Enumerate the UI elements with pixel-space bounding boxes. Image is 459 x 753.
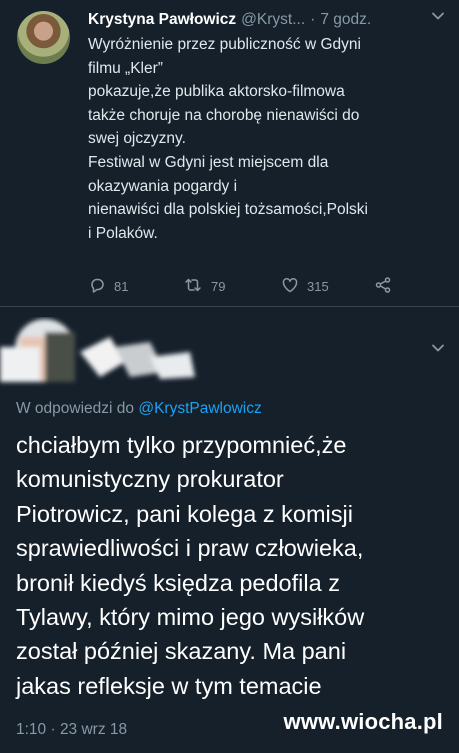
- redacted-author-header: [0, 317, 200, 392]
- tweet-text-line: także choruje na chorobę nienawiści do: [88, 106, 360, 124]
- author-name[interactable]: Krystyna Pawłowicz: [88, 11, 236, 29]
- watermark: www.wiocha.pl: [283, 709, 443, 734]
- reply-icon: [88, 276, 114, 297]
- reply-tweet[interactable]: W odpowiedzi do @KrystPawlowicz chciałby…: [0, 307, 459, 753]
- like-icon: [281, 276, 307, 297]
- reply-context: W odpowiedzi do @KrystPawlowicz: [16, 400, 262, 418]
- retweet-button[interactable]: 79: [183, 276, 225, 297]
- reply-button[interactable]: 81: [88, 276, 128, 297]
- tweet-text-line: nienawiści dla polskiej tożsamości,Polsk…: [88, 201, 368, 219]
- chevron-down-icon[interactable]: [431, 341, 445, 358]
- share-icon: [374, 276, 400, 297]
- like-count: 315: [307, 279, 329, 294]
- reply-text-line: Piotrowicz, pani kolega z komisji: [16, 500, 353, 527]
- reply-text-line: chciałbym tylko przypomnieć,że: [16, 432, 347, 458]
- reply-count: 81: [114, 279, 129, 294]
- tweet-time[interactable]: 7 godz.: [320, 11, 371, 29]
- tweet-header: Krystyna Pawłowicz @Kryst... · 7 godz.: [88, 9, 445, 31]
- retweet-icon: [183, 276, 211, 297]
- avatar[interactable]: [17, 11, 70, 64]
- tweet-text-line: swej ojczyzny.: [88, 130, 186, 148]
- original-tweet[interactable]: Krystyna Pawłowicz @Kryst... · 7 godz. W…: [0, 0, 459, 306]
- reply-mention-link[interactable]: @KrystPawlowicz: [138, 400, 261, 417]
- reply-text-line: komunistyczny prokurator: [16, 466, 284, 493]
- tweet-text-line: filmu „Kler”: [88, 59, 163, 77]
- reply-text: chciałbym tylko przypomnieć,że komunisty…: [16, 428, 446, 703]
- reply-text-line: został później skazany. Ma pani: [16, 638, 347, 665]
- like-button[interactable]: 315: [281, 276, 329, 297]
- chevron-down-icon[interactable]: [431, 9, 445, 26]
- retweet-count: 79: [211, 279, 226, 294]
- tweet-text-line: okazywania pogardy i: [88, 177, 238, 195]
- reply-prefix: W odpowiedzi do: [16, 400, 135, 417]
- header-separator: ·: [310, 11, 316, 28]
- share-button[interactable]: [374, 276, 400, 297]
- reply-text-line: sprawiedliwości i praw człowieka,: [16, 535, 364, 562]
- tweet-text-line: Wyróżnienie przez publiczność w Gdyni: [88, 36, 361, 53]
- tweet-text: Wyróżnienie przez publiczność w Gdyni fi…: [88, 33, 448, 245]
- tweet-text-line: i Polaków.: [88, 224, 158, 242]
- reply-text-line: bronił kiedyś księdza pedofila z: [16, 569, 340, 596]
- tweet-text-line: pokazuje,że publika aktorsko-filmowa: [88, 83, 345, 101]
- reply-text-line: Tylawy, który mimo jego wysiłków: [16, 604, 365, 631]
- reply-text-line: jakas refleksje w tym temacie: [16, 672, 322, 699]
- author-handle[interactable]: @Kryst...: [241, 11, 305, 29]
- reply-timestamp[interactable]: 1:10 · 23 wrz 18: [16, 721, 127, 739]
- tweet-text-line: Festiwal w Gdyni jest miejscem dla: [88, 153, 329, 171]
- tweet-actions: 81 79 315: [88, 276, 408, 298]
